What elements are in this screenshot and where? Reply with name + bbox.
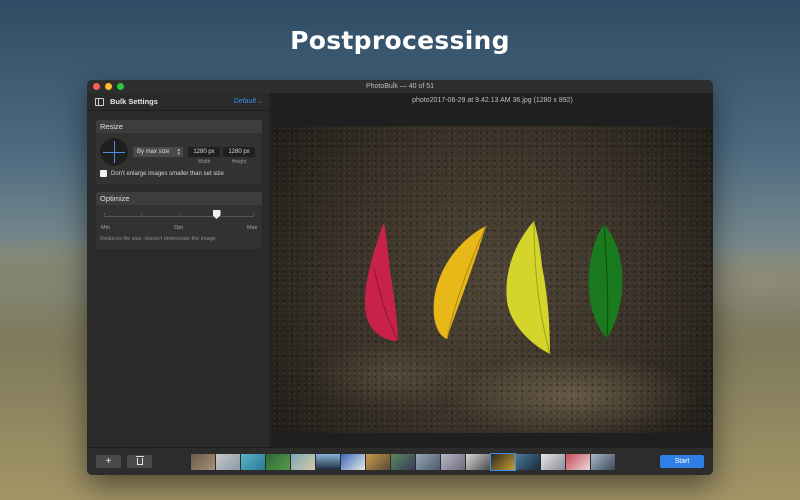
- red-leaf: [364, 222, 398, 341]
- optimize-panel: Optimize Min Opt Max Reduces file size, …: [96, 192, 262, 249]
- slider-max-label: Max: [247, 225, 258, 231]
- add-images-button[interactable]: +: [96, 455, 121, 468]
- preset-label: Default: [233, 98, 256, 105]
- thumbnail[interactable]: [216, 454, 240, 470]
- close-window-button[interactable]: [93, 83, 100, 90]
- thumbnail[interactable]: [591, 454, 615, 470]
- trash-icon: [135, 456, 144, 465]
- start-button[interactable]: Start: [660, 455, 704, 468]
- thumbnail[interactable]: [441, 454, 465, 470]
- file-title: photo2017-06-29 at 9.42.13 AM 36.jpg (12…: [412, 97, 573, 104]
- photo-preview: [272, 126, 713, 433]
- optimize-slider-knob[interactable]: [212, 210, 221, 219]
- thumbnail[interactable]: [191, 454, 215, 470]
- thumbnail[interactable]: [391, 454, 415, 470]
- thumbnail[interactable]: [341, 454, 365, 470]
- settings-sidebar: Bulk Settings Default⌄ Resize By max siz…: [87, 93, 271, 447]
- height-label: Height: [231, 159, 247, 165]
- thumbnail[interactable]: [566, 454, 590, 470]
- resize-panel: Resize By max size ▴ ▾ 1280 px Width 1280…: [96, 120, 262, 184]
- resize-mode-value: By max size: [137, 149, 170, 155]
- thumbnail[interactable]: [366, 454, 390, 470]
- width-label: Width: [197, 159, 211, 165]
- optimize-slider-track[interactable]: [104, 216, 254, 217]
- sidebar-toggle-icon[interactable]: [95, 97, 104, 106]
- bottom-toolbar: + Start: [87, 447, 713, 475]
- thumbnail[interactable]: [291, 454, 315, 470]
- width-field[interactable]: 1280 px: [188, 147, 220, 157]
- thumbnail[interactable]: [316, 454, 340, 470]
- remove-images-button[interactable]: [127, 455, 152, 468]
- slider-tick: [141, 213, 142, 215]
- promo-headline: Postprocessing: [290, 26, 510, 55]
- thumbnail-strip: [191, 453, 615, 471]
- thumbnail[interactable]: [466, 454, 490, 470]
- dont-enlarge-label: Don't enlarge images smaller than set si…: [111, 170, 224, 177]
- updown-chevron-icon: ▴ ▾: [177, 147, 180, 157]
- resize-header[interactable]: Resize: [96, 120, 262, 133]
- window-controls: [93, 83, 124, 90]
- sidebar-header: Bulk Settings Default⌄: [87, 93, 270, 111]
- thumbnail[interactable]: [516, 454, 540, 470]
- sidebar-title: Bulk Settings: [110, 97, 158, 106]
- minimize-window-button[interactable]: [105, 83, 112, 90]
- optimize-header[interactable]: Optimize: [96, 192, 262, 205]
- thumbnail-selected[interactable]: [490, 453, 516, 471]
- thumbnail[interactable]: [416, 454, 440, 470]
- slider-opt-label: Opt: [174, 225, 183, 231]
- slider-tick: [179, 213, 180, 215]
- height-field[interactable]: 1280 px: [223, 147, 255, 157]
- slider-min-label: Min: [101, 225, 110, 231]
- thumbnail[interactable]: [541, 454, 565, 470]
- thumbnail[interactable]: [241, 454, 265, 470]
- resize-mode-select[interactable]: By max size ▴ ▾: [133, 147, 183, 157]
- preview-area: photo2017-06-29 at 9.42.13 AM 36.jpg (12…: [272, 93, 713, 447]
- slider-tick: [253, 213, 254, 215]
- dont-enlarge-checkbox[interactable]: [100, 170, 107, 177]
- title-bar: PhotoBulk — 40 of 51: [87, 80, 713, 93]
- chevron-down-icon: ⌄: [256, 99, 262, 105]
- zoom-window-button[interactable]: [117, 83, 124, 90]
- app-window: PhotoBulk — 40 of 51 Bulk Settings Defau…: [87, 80, 713, 475]
- thumbnail[interactable]: [266, 454, 290, 470]
- lime-leaf: [506, 221, 550, 354]
- anchor-crosshair-icon[interactable]: [100, 138, 128, 166]
- slider-tick: [104, 213, 105, 215]
- leaves-image: [364, 220, 623, 355]
- window-title: PhotoBulk — 40 of 51: [365, 83, 435, 90]
- preset-dropdown[interactable]: Default⌄: [234, 98, 262, 105]
- optimize-note: Reduces file size, doesn't deteriorate t…: [100, 236, 216, 242]
- dont-enlarge-option: Don't enlarge images smaller than set si…: [100, 170, 224, 177]
